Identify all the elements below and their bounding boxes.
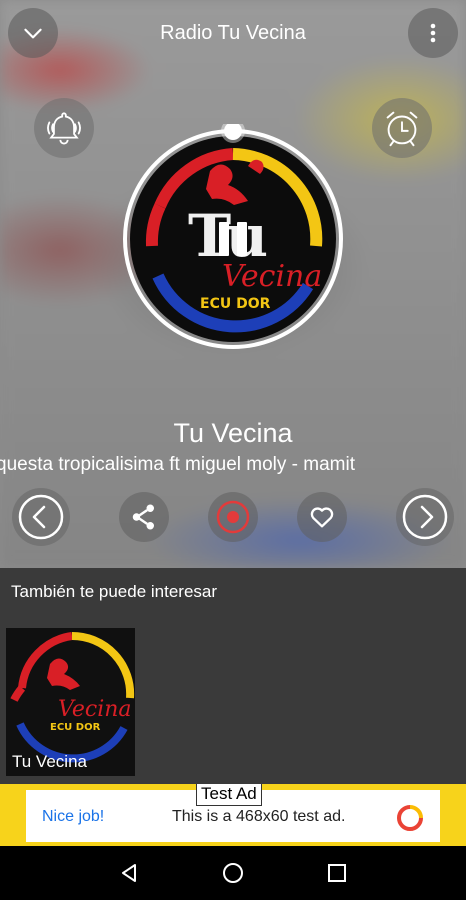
ad-cta[interactable]: Nice job! — [42, 808, 104, 826]
back-icon — [122, 864, 136, 882]
notification-button[interactable] — [34, 98, 94, 158]
artwork-player[interactable]: Tu Vecina ECU DOR — [118, 124, 348, 354]
share-button[interactable] — [119, 492, 169, 542]
record-button[interactable] — [208, 492, 258, 542]
favorite-button[interactable] — [297, 492, 347, 542]
svg-text:Vecina: Vecina — [58, 697, 132, 722]
page-title: Radio Tu Vecina — [160, 22, 306, 44]
record-icon — [216, 500, 250, 534]
recommendations-section: También te puede interesar Vecina ECU DO… — [0, 568, 466, 784]
android-navigation-bar — [0, 846, 466, 900]
chevron-left-circle-icon — [18, 494, 64, 540]
chevron-right-circle-icon — [402, 494, 448, 540]
pause-button[interactable] — [213, 219, 253, 259]
heart-icon — [310, 507, 334, 528]
next-button[interactable] — [396, 488, 454, 546]
station-card-label: Tu Vecina — [12, 752, 87, 771]
top-bar: Radio Tu Vecina — [0, 0, 466, 68]
pause-bar-right — [237, 222, 247, 256]
previous-button[interactable] — [12, 488, 70, 546]
share-icon — [132, 504, 154, 530]
now-playing-track: questa tropicalisima ft miguel moly - ma… — [0, 454, 355, 475]
alarm-clock-icon — [386, 111, 418, 147]
more-options-button[interactable] — [408, 8, 458, 58]
station-name: Tu Vecina — [173, 418, 293, 448]
home-icon — [223, 863, 243, 883]
back-button[interactable] — [116, 860, 142, 886]
bell-ring-icon — [47, 112, 81, 145]
more-vert-icon — [430, 23, 436, 43]
recents-icon — [328, 864, 346, 882]
test-ad-badge: Test Ad — [196, 784, 262, 806]
alarm-button[interactable] — [372, 98, 432, 158]
ad-text: This is a 468x60 test ad. — [172, 808, 346, 825]
recents-button[interactable] — [324, 860, 350, 886]
ad-banner[interactable]: Nice job! This is a 468x60 test ad. Test… — [0, 784, 466, 846]
station-card[interactable]: Vecina ECU DOR Tu Vecina — [6, 628, 135, 776]
home-button[interactable] — [220, 860, 246, 886]
player-area: Radio Tu Vecina Vecina ECU DOR Tu Vecina… — [0, 0, 466, 568]
recommendations-heading: También te puede interesar — [11, 582, 218, 601]
pause-bar-left — [219, 222, 229, 256]
svg-text:ECU DOR: ECU DOR — [50, 722, 101, 733]
ad-logo-icon — [397, 805, 423, 831]
